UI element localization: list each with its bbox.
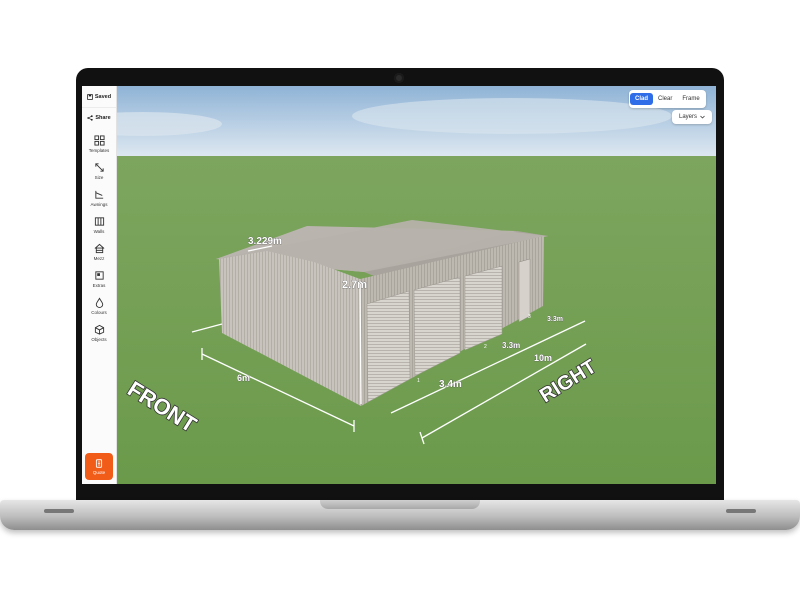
share-button[interactable]: Share — [82, 107, 116, 125]
document-icon — [95, 458, 103, 468]
saved-indicator[interactable]: Saved — [82, 90, 116, 104]
3d-viewport[interactable]: 3.229m 2.7m 6m 3.4m 3.3m 3.3m 10m 1 2 3 … — [82, 86, 716, 484]
sidebar-item-templates[interactable]: Templates — [82, 133, 116, 160]
sidebar-item-label: Extras — [92, 283, 106, 288]
save-icon — [87, 94, 93, 100]
laptop-vent — [726, 509, 756, 513]
house-icon — [94, 243, 104, 254]
sidebar-item-mezz[interactable]: Mezz — [82, 241, 116, 268]
sidebar-item-label: Colours — [91, 310, 107, 315]
sidebar-item-label: Templates — [88, 148, 110, 153]
resize-arrows-icon — [94, 163, 104, 172]
laptop-vent — [44, 509, 74, 513]
chevron-down-icon — [700, 115, 705, 119]
mode-clear-button[interactable]: Clear — [653, 93, 677, 105]
sidebar-item-label: Mezz — [93, 256, 105, 261]
dimension-bay-1: 3.4m — [439, 379, 462, 390]
share-icon — [87, 115, 94, 121]
sidebar-item-label: Walls — [93, 229, 105, 234]
personal-access-door — [518, 258, 531, 323]
cube-icon — [94, 324, 104, 335]
sidebar-item-label: Size — [94, 175, 104, 180]
sidebar-item-colours[interactable]: Colours — [82, 295, 116, 322]
sidebar-item-label: Awnings — [90, 202, 108, 207]
bay-marker: 3 — [528, 314, 531, 320]
sidebar-item-extras[interactable]: Extras — [82, 268, 116, 295]
laptop-base — [0, 500, 800, 530]
bay-marker: 2 — [484, 344, 487, 350]
dimension-bay-3: 3.3m — [547, 316, 563, 323]
sidebar-item-objects[interactable]: Objects — [82, 322, 116, 349]
sidebar-item-label: Objects — [91, 337, 107, 342]
view-mode-toggle: Clad Clear Frame — [629, 90, 706, 108]
layers-dropdown[interactable]: Layers — [672, 110, 712, 124]
droplet-icon — [95, 297, 103, 308]
share-label: Share — [95, 115, 111, 121]
dimension-wall-height: 2.7m — [342, 279, 367, 291]
walls-icon — [94, 217, 104, 226]
sidebar-item-awnings[interactable]: Awnings — [82, 187, 116, 214]
dimension-width: 6m — [237, 373, 250, 383]
sidebar-item-walls[interactable]: Walls — [82, 214, 116, 241]
app-screen: 3.229m 2.7m 6m 3.4m 3.3m 3.3m 10m 1 2 3 … — [82, 86, 716, 484]
awning-icon — [94, 190, 103, 199]
mode-clad-button[interactable]: Clad — [630, 93, 654, 105]
dimension-length: 10m — [534, 353, 552, 363]
extras-icon — [94, 271, 104, 280]
laptop-hinge-notch — [320, 500, 480, 509]
bay-marker: 1 — [417, 378, 420, 384]
grid-icon — [93, 135, 105, 146]
dimension-roof-span: 3.229m — [248, 236, 282, 247]
left-sidebar: Saved Share Templates Size Awnings Walls… — [82, 86, 117, 484]
saved-label: Saved — [94, 94, 112, 100]
cloud — [352, 98, 672, 134]
mode-frame-button[interactable]: Frame — [677, 93, 704, 105]
webcam — [394, 73, 404, 83]
quote-label: Quote — [92, 469, 106, 475]
quote-button[interactable]: Quote — [85, 453, 113, 480]
laptop-lid: 3.229m 2.7m 6m 3.4m 3.3m 3.3m 10m 1 2 3 … — [76, 68, 724, 504]
layers-label: Layers — [678, 114, 697, 120]
sidebar-item-size[interactable]: Size — [82, 160, 116, 187]
dimension-bay-2: 3.3m — [502, 341, 520, 350]
